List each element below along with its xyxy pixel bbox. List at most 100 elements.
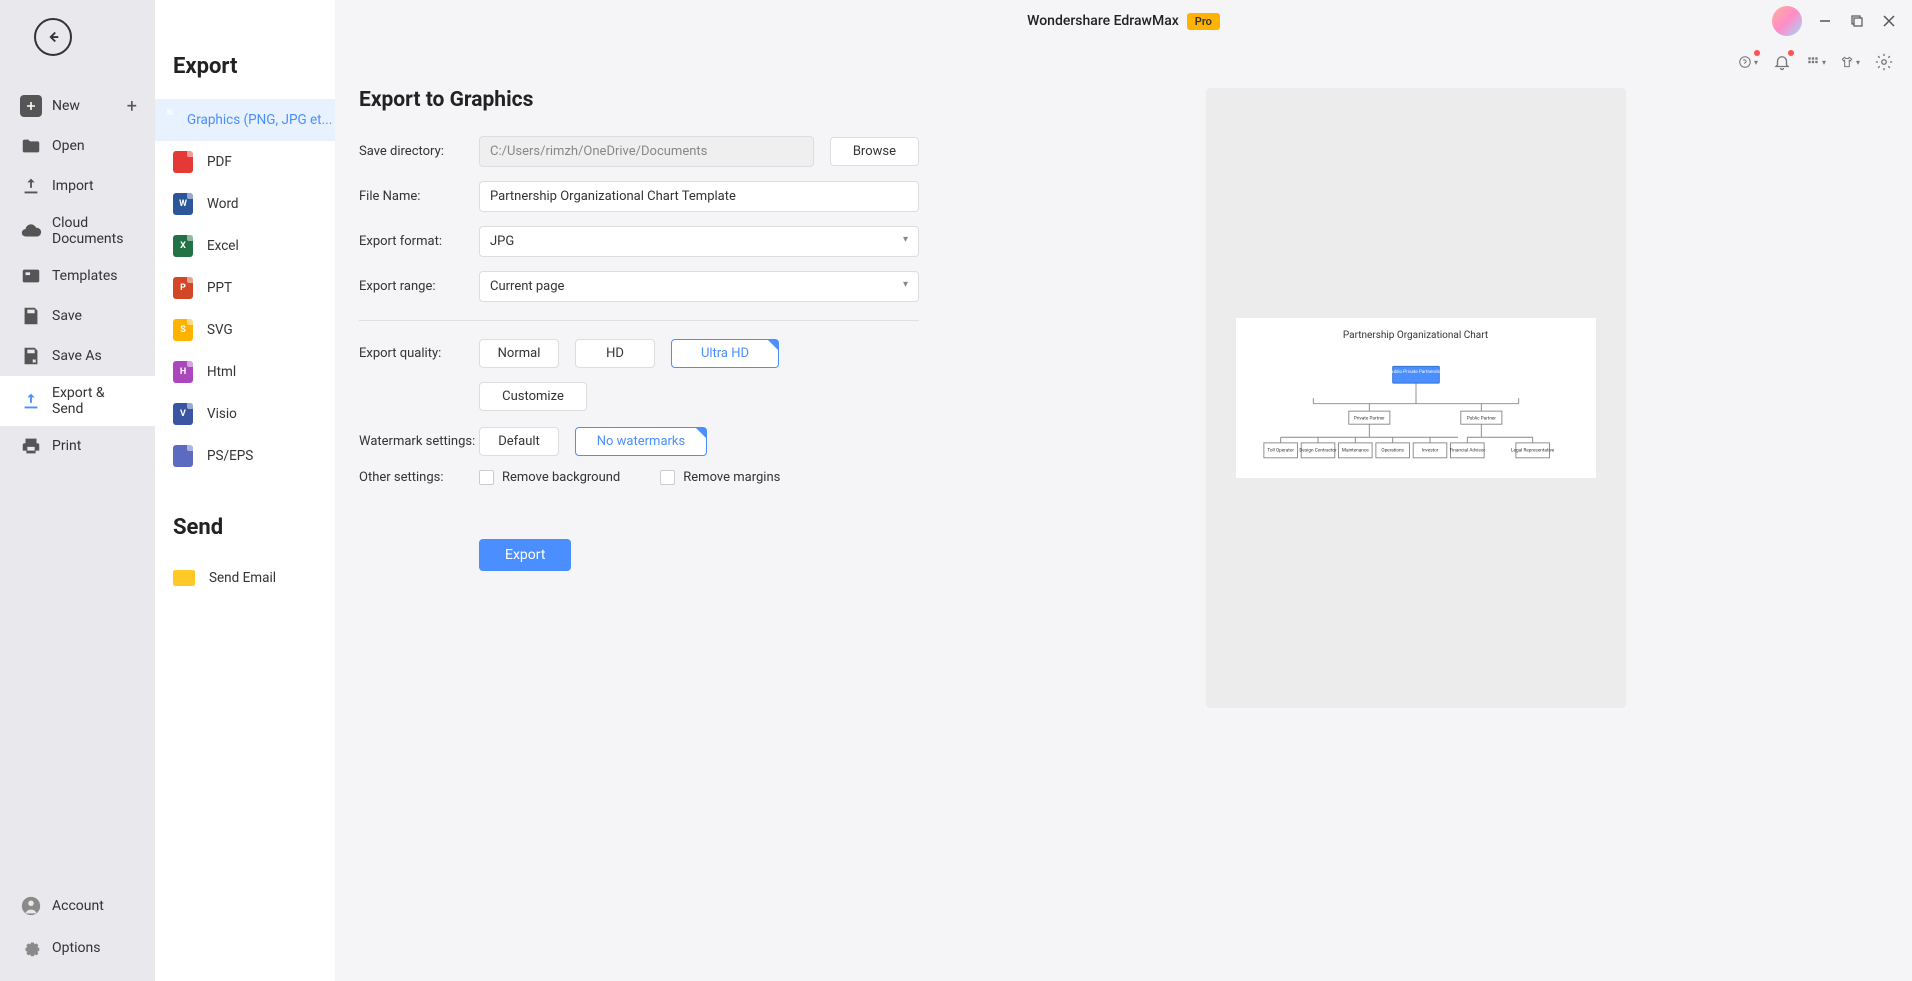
avatar[interactable] bbox=[1772, 6, 1802, 36]
nav-account[interactable]: Account bbox=[0, 885, 155, 927]
checkbox-icon bbox=[660, 470, 675, 485]
preview-column: Partnership Organizational Chart Public-… bbox=[943, 88, 1888, 965]
export-type-html[interactable]: H Html bbox=[155, 351, 335, 393]
left-sidebar: New + Open Import Cloud Documents Templa… bbox=[0, 0, 155, 981]
remove-margins-option[interactable]: Remove margins bbox=[660, 470, 780, 485]
gear-icon bbox=[20, 937, 42, 959]
folder-icon bbox=[20, 135, 42, 157]
ppt-file-icon: P bbox=[173, 277, 193, 299]
send-label: Send Email bbox=[209, 570, 276, 586]
export-type-label: SVG bbox=[207, 322, 233, 338]
range-select[interactable]: Current page bbox=[479, 271, 919, 302]
watermark-label: Watermark settings: bbox=[359, 434, 479, 449]
visio-file-icon: V bbox=[173, 403, 193, 425]
save-dir-label: Save directory: bbox=[359, 144, 479, 159]
excel-file-icon: X bbox=[173, 235, 193, 257]
export-type-label: PS/EPS bbox=[207, 448, 253, 464]
export-types-panel: Export Graphics (PNG, JPG et... PDF W Wo… bbox=[155, 0, 335, 981]
file-name-input[interactable] bbox=[479, 181, 919, 212]
org-chart-preview: Public-Private Partnership Private Partn… bbox=[1248, 353, 1584, 473]
export-type-label: Visio bbox=[207, 406, 237, 422]
export-type-ps[interactable]: PS/EPS bbox=[155, 435, 335, 477]
svg-text:Design Contractor: Design Contractor bbox=[1299, 447, 1337, 453]
send-section-title: Send bbox=[173, 515, 335, 540]
save-icon bbox=[20, 305, 42, 327]
export-type-ppt[interactable]: P PPT bbox=[155, 267, 335, 309]
divider bbox=[359, 320, 919, 321]
plus-icon[interactable]: + bbox=[127, 96, 137, 117]
settings-icon[interactable] bbox=[1874, 52, 1894, 72]
nav-save-as[interactable]: Save As bbox=[0, 336, 155, 376]
export-type-graphics[interactable]: Graphics (PNG, JPG et... bbox=[155, 99, 335, 141]
plus-square-icon bbox=[20, 95, 42, 117]
export-type-excel[interactable]: X Excel bbox=[155, 225, 335, 267]
quality-hd[interactable]: HD bbox=[575, 339, 655, 368]
other-label: Other settings: bbox=[359, 470, 479, 485]
quality-ultra[interactable]: Ultra HD bbox=[671, 339, 779, 368]
export-type-word[interactable]: W Word bbox=[155, 183, 335, 225]
close-icon[interactable] bbox=[1880, 12, 1898, 30]
nav-cloud[interactable]: Cloud Documents bbox=[0, 206, 155, 256]
arrow-left-icon bbox=[44, 28, 62, 46]
watermark-none[interactable]: No watermarks bbox=[575, 427, 707, 456]
range-label: Export range: bbox=[359, 279, 479, 294]
quality-normal[interactable]: Normal bbox=[479, 339, 559, 368]
file-name-label: File Name: bbox=[359, 189, 479, 204]
nav-label: Save As bbox=[52, 348, 102, 364]
nav-new[interactable]: New + bbox=[0, 86, 155, 126]
pdf-file-icon bbox=[173, 151, 193, 173]
bell-icon[interactable] bbox=[1772, 52, 1792, 72]
form-title: Export to Graphics bbox=[359, 88, 919, 112]
save-dir-input bbox=[479, 136, 814, 167]
chart-title: Partnership Organizational Chart bbox=[1248, 330, 1584, 341]
grid-icon[interactable]: ▾ bbox=[1806, 52, 1826, 72]
tool-row: ▾ ▾ ▾ bbox=[335, 42, 1912, 72]
export-type-label: Word bbox=[207, 196, 239, 212]
app-title: Wondershare EdrawMax bbox=[1027, 13, 1179, 29]
svg-text:Public-Private Partnership: Public-Private Partnership bbox=[1389, 369, 1443, 375]
export-type-pdf[interactable]: PDF bbox=[155, 141, 335, 183]
export-type-svg[interactable]: S SVG bbox=[155, 309, 335, 351]
maximize-icon[interactable] bbox=[1848, 12, 1866, 30]
watermark-default[interactable]: Default bbox=[479, 427, 559, 456]
nav-print[interactable]: Print bbox=[0, 426, 155, 466]
browse-button[interactable]: Browse bbox=[830, 137, 919, 166]
export-form: Export to Graphics Save directory: Brows… bbox=[359, 88, 919, 965]
export-icon bbox=[20, 390, 42, 412]
svg-file-icon: S bbox=[173, 319, 193, 341]
checkbox-icon bbox=[479, 470, 494, 485]
remove-bg-option[interactable]: Remove background bbox=[479, 470, 620, 485]
nav-label: Account bbox=[52, 898, 104, 914]
nav-label: New bbox=[52, 98, 80, 114]
export-section-title: Export bbox=[173, 54, 335, 79]
nav-label: Cloud Documents bbox=[52, 215, 135, 247]
send-email[interactable]: Send Email bbox=[155, 560, 335, 596]
minimize-icon[interactable] bbox=[1816, 12, 1834, 30]
export-type-label: PPT bbox=[207, 280, 232, 296]
nav-label: Print bbox=[52, 438, 81, 454]
nav-open[interactable]: Open bbox=[0, 126, 155, 166]
nav-export-send[interactable]: Export & Send bbox=[0, 376, 155, 426]
shirt-icon[interactable]: ▾ bbox=[1840, 52, 1860, 72]
nav-label: Templates bbox=[52, 268, 118, 284]
nav-import[interactable]: Import bbox=[0, 166, 155, 206]
quality-label: Export quality: bbox=[359, 346, 479, 361]
format-select[interactable]: JPG bbox=[479, 226, 919, 257]
help-icon[interactable]: ▾ bbox=[1738, 52, 1758, 72]
back-button[interactable] bbox=[34, 18, 72, 56]
nav-templates[interactable]: Templates bbox=[0, 256, 155, 296]
user-icon bbox=[20, 895, 42, 917]
nav-label: Import bbox=[52, 178, 94, 194]
export-type-visio[interactable]: V Visio bbox=[155, 393, 335, 435]
nav-save[interactable]: Save bbox=[0, 296, 155, 336]
export-type-label: Html bbox=[207, 364, 236, 380]
nav-label: Export & Send bbox=[52, 385, 135, 417]
svg-text:Public Partner: Public Partner bbox=[1466, 416, 1496, 422]
ps-file-icon bbox=[173, 445, 193, 467]
export-type-label: Excel bbox=[207, 238, 239, 254]
export-button[interactable]: Export bbox=[479, 539, 571, 571]
nav-label: Options bbox=[52, 940, 100, 956]
nav-options[interactable]: Options bbox=[0, 927, 155, 969]
quality-customize[interactable]: Customize bbox=[479, 382, 587, 411]
templates-icon bbox=[20, 265, 42, 287]
